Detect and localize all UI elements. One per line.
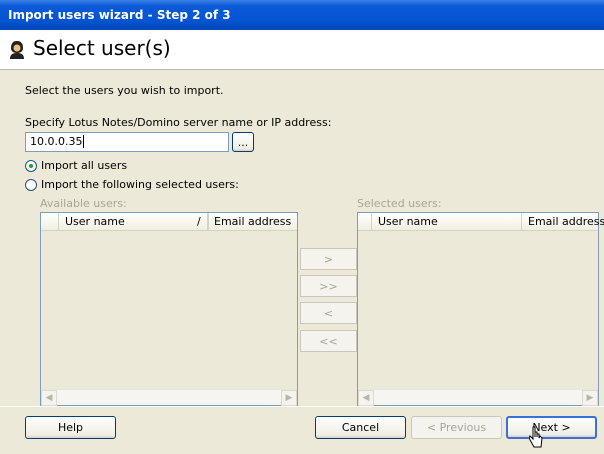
remove-all-button[interactable]: << [300,330,357,352]
footer-divider [0,406,604,407]
remove-button[interactable]: < [300,302,357,324]
server-input-value: 10.0.0.35 [30,135,83,148]
import-selected-label[interactable]: Import the following selected users: [41,178,239,191]
wizard-header: Select user(s) [0,30,604,70]
import-all-radio[interactable] [25,160,37,172]
mouse-pointer-icon [529,426,543,448]
server-input[interactable]: 10.0.0.35 [25,132,229,152]
selected-users-label: Selected users: [357,197,442,210]
column-email-label: Email address [528,215,604,228]
available-users-label: Available users: [40,197,127,210]
next-button[interactable]: Next > [506,416,597,439]
user-import-icon [10,41,24,59]
instruction-text: Select the users you wish to import. [25,84,224,97]
add-button-label: > [323,252,334,266]
available-hscrollbar[interactable]: ◀ ▶ [41,389,297,406]
add-all-button-label: >> [319,279,338,293]
window-title: Import users wizard - Step 2 of 3 [8,8,231,22]
column-user-name-label: User name [378,215,438,228]
remove-button-label: < [323,306,334,320]
scroll-right-icon[interactable]: ▶ [582,390,598,406]
cancel-button-label: Cancel [341,421,380,434]
add-button[interactable]: > [300,248,357,270]
window-titlebar[interactable]: Import users wizard - Step 2 of 3 [0,0,604,30]
column-email-label: Email address [214,215,292,228]
cancel-button[interactable]: Cancel [315,416,406,439]
column-spacer [358,213,372,231]
help-button[interactable]: Help [25,416,116,439]
scroll-left-icon[interactable]: ◀ [358,390,374,406]
browse-button[interactable]: ... [232,132,254,152]
add-all-button[interactable]: >> [300,275,357,297]
selected-users-list[interactable]: User name Email address ◀ ▶ [357,212,604,406]
selected-list-header: User name Email address [358,213,604,231]
remove-all-button-label: << [319,334,338,348]
server-label: Specify Lotus Notes/Domino server name o… [25,116,332,129]
previous-button[interactable]: < Previous [411,416,502,439]
column-user-name-label: User name [65,215,125,228]
sort-indicator-label: / [197,215,201,228]
import-selected-radio[interactable] [25,179,37,191]
browse-button-label: ... [237,135,249,149]
available-users-list[interactable]: User name / Email address ◀ ▶ [40,212,298,406]
import-all-label[interactable]: Import all users [41,159,127,172]
page-title: Select user(s) [33,36,171,60]
column-email-address[interactable]: Email address [522,213,604,231]
scroll-right-icon[interactable]: ▶ [281,390,297,406]
available-list-header: User name / Email address [41,213,297,231]
radio-selected-dot [29,164,33,168]
selected-hscrollbar[interactable]: ◀ ▶ [358,389,598,406]
help-button-label: Help [57,421,84,434]
previous-button-label: < Previous [426,421,487,434]
column-user-name[interactable]: User name [372,213,522,231]
column-spacer [41,213,59,231]
column-email-address[interactable]: Email address [207,213,299,231]
scroll-left-icon[interactable]: ◀ [41,390,57,406]
column-user-name[interactable]: User name [59,213,209,231]
